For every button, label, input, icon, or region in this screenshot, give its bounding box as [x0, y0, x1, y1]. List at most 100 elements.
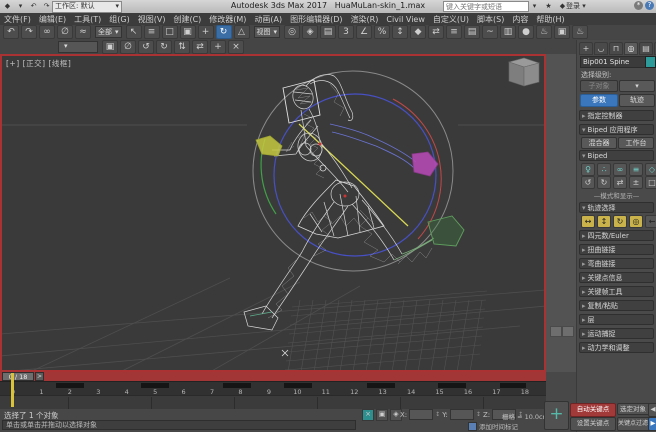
menu-item[interactable]: 修改器(M) — [205, 14, 250, 25]
inherit-icon[interactable]: ∅ — [120, 40, 136, 54]
align-icon[interactable]: ≡ — [446, 25, 462, 39]
footstep-mode-icon[interactable]: ∴ — [597, 163, 611, 176]
keyboard-override-icon[interactable]: ▤ — [320, 25, 336, 39]
rollout-collapsed[interactable]: ▸复制/粘贴 — [579, 300, 654, 311]
menu-item[interactable]: 视图(V) — [134, 14, 170, 25]
search-input[interactable] — [443, 1, 529, 12]
track-bar[interactable]: 0123456789101112131415161718 — [0, 381, 546, 396]
menu-item[interactable]: 图形编辑器(D) — [286, 14, 346, 25]
close-icon[interactable]: × — [228, 40, 244, 54]
body-rotation-icon[interactable]: ↻ — [613, 215, 627, 228]
toolbar2-dropdown[interactable]: ▾ — [58, 41, 98, 53]
rollout-collapsed[interactable]: ▸层 — [579, 314, 654, 325]
angle-snap-icon[interactable]: ∠ — [356, 25, 372, 39]
workbench-button[interactable]: 工作台 — [618, 137, 654, 149]
curve-editor-icon[interactable]: ~ — [482, 25, 498, 39]
mirror-icon[interactable]: ⇄ — [428, 25, 444, 39]
mixer-button[interactable]: 混合器 — [581, 137, 617, 149]
biped-playback-icon[interactable]: ◇ — [645, 163, 656, 176]
menu-item[interactable]: 帮助(H) — [532, 14, 568, 25]
trajectories-button[interactable]: 轨迹 — [619, 94, 655, 107]
auto-key-button[interactable]: 自动关键点 — [570, 403, 616, 417]
x-coordinate-field[interactable] — [409, 409, 433, 420]
snap-toggle-icon[interactable]: 3 — [338, 25, 354, 39]
select-and-scale-icon[interactable]: △ — [234, 25, 250, 39]
rollout-collapsed[interactable]: ▸关键帧工具 — [579, 286, 654, 297]
set-key-big-button[interactable]: + — [544, 401, 569, 430]
exchange-icon[interactable]: * — [634, 1, 643, 10]
select-by-name-icon[interactable]: ≡ — [144, 25, 160, 39]
local-rotate-icon[interactable]: ↺ — [138, 40, 154, 54]
mixer-mode-icon[interactable]: ≡ — [629, 163, 643, 176]
parameters-button[interactable]: 参数 — [580, 94, 618, 107]
symmetry-icon[interactable]: ← — [645, 215, 656, 228]
motion-flow-mode-icon[interactable]: ∞ — [613, 163, 627, 176]
menu-item[interactable]: 文件(F) — [0, 14, 35, 25]
menu-item[interactable]: 自定义(U) — [429, 14, 473, 25]
next-frame-button[interactable]: > — [35, 372, 44, 381]
sub-object-dropdown[interactable]: ▾ — [619, 80, 655, 92]
rollout-biped[interactable]: ▾Biped — [579, 150, 654, 161]
world-rotate-icon[interactable]: ↻ — [156, 40, 172, 54]
time-slider[interactable]: 0 / 18 > — [0, 372, 546, 381]
body-horizontal-icon[interactable]: ↔ — [581, 215, 595, 228]
select-and-manipulate-icon[interactable]: ◈ — [302, 25, 318, 39]
object-name-field[interactable]: Bip001 Spine — [580, 56, 646, 68]
move-all-mode-icon[interactable]: ± — [629, 176, 643, 189]
rollout-collapsed[interactable]: ▸运动捕捉 — [579, 328, 654, 339]
character-mesh[interactable] — [244, 74, 402, 330]
bind-to-space-warp-icon[interactable]: ≈ — [75, 25, 91, 39]
rollout-biped-apps[interactable]: ▾Biped 应用程序 — [579, 124, 654, 135]
swap-horizontal-icon[interactable]: ⇄ — [192, 40, 208, 54]
search-options-icon[interactable]: ▾ — [529, 1, 540, 11]
set-key-button[interactable]: 设置关键点 — [570, 417, 616, 431]
selection-lock-icon[interactable]: ▣ — [376, 409, 388, 421]
play-backward-button[interactable]: ◀ — [648, 403, 656, 417]
unlink-selection-icon[interactable]: ∅ — [57, 25, 73, 39]
viewport-shading-label[interactable]: [线框] — [49, 59, 72, 68]
reference-coordinate-dropdown[interactable]: 视图▾ — [254, 26, 281, 38]
rollout-collapsed[interactable]: ▸动力学和调整 — [579, 342, 654, 353]
lock-com-icon[interactable]: ◎ — [629, 215, 643, 228]
layer-manager-icon[interactable]: ▤ — [464, 25, 480, 39]
play-forward-button[interactable]: ▶ — [648, 417, 656, 431]
tab-hierarchy[interactable]: ⊓ — [609, 42, 623, 55]
rollout-collapsed[interactable]: ▸四元数/Euler — [579, 230, 654, 241]
load-file-icon[interactable]: ↺ — [581, 176, 595, 189]
viewport-label[interactable]: [+][正交][线框] — [6, 58, 74, 69]
menu-item[interactable]: 渲染(R) — [347, 14, 383, 25]
spinner-snap-icon[interactable]: ↕ — [392, 25, 408, 39]
view-cube[interactable] — [509, 58, 539, 86]
time-slider-handle[interactable]: 0 / 18 — [2, 372, 34, 381]
menu-item[interactable]: 动画(A) — [250, 14, 286, 25]
favorites-star-icon[interactable]: ★ — [543, 1, 554, 11]
select-object-icon[interactable]: ↖ — [126, 25, 142, 39]
undo-icon[interactable]: ↶ — [3, 25, 19, 39]
rollout-track-selection[interactable]: ▾轨迹选择 — [579, 202, 654, 213]
help-icon[interactable]: ? — [645, 1, 654, 10]
viewport-menu-plus[interactable]: [+] — [6, 59, 20, 68]
sign-in-button[interactable]: 登录 ▾ — [566, 1, 586, 11]
menu-item[interactable]: Civil View — [382, 15, 429, 24]
viewport-view-label[interactable]: [正交] — [23, 59, 46, 68]
schematic-view-icon[interactable]: ▥ — [500, 25, 516, 39]
percent-snap-icon[interactable]: % — [374, 25, 390, 39]
band-button-2[interactable] — [562, 326, 574, 337]
swap-vertical-icon[interactable]: ⇅ — [174, 40, 190, 54]
isolate-selection-icon[interactable]: × — [362, 409, 374, 421]
buffer-mode-icon[interactable]: □ — [645, 176, 656, 189]
add-time-tag[interactable]: 添加时间标记 — [468, 421, 518, 431]
tab-modify[interactable]: ◡ — [594, 42, 608, 55]
object-color-swatch[interactable] — [645, 56, 656, 68]
rollout-collapsed[interactable]: ▸弯曲链接 — [579, 258, 654, 269]
use-pivot-center-icon[interactable]: ◎ — [284, 25, 300, 39]
menu-item[interactable]: 内容 — [508, 14, 532, 25]
menu-item[interactable]: 脚本(S) — [473, 14, 508, 25]
add-icon[interactable]: + — [210, 40, 226, 54]
rollout-collapsed[interactable]: ▸扭曲链接 — [579, 244, 654, 255]
tab-create[interactable]: + — [579, 42, 593, 55]
y-coordinate-field[interactable] — [450, 409, 474, 420]
band-button-1[interactable] — [550, 326, 562, 337]
material-editor-icon[interactable]: ● — [518, 25, 534, 39]
menu-item[interactable]: 组(G) — [105, 14, 133, 25]
